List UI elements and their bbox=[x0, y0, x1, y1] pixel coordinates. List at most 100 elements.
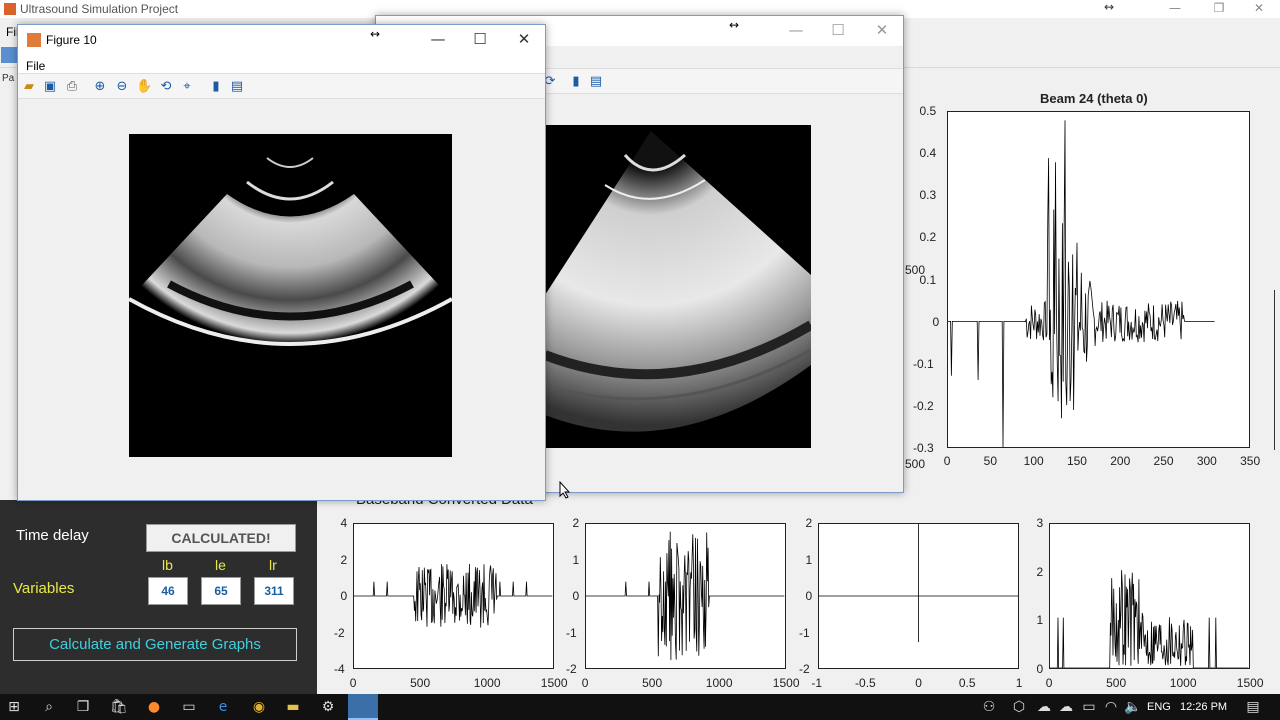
baseband-waveform bbox=[586, 531, 785, 661]
variable-lr-field[interactable]: 311 bbox=[254, 577, 294, 605]
language-indicator[interactable]: ENG bbox=[1147, 701, 1171, 713]
main-minimize-button[interactable]: — bbox=[1152, 0, 1198, 18]
colorbar-icon[interactable]: ▮ bbox=[208, 79, 224, 95]
beam-signal-line bbox=[948, 120, 1215, 447]
partial-axis-top-label: 500 bbox=[905, 263, 926, 277]
zoom-out-icon[interactable]: ⊖ bbox=[114, 79, 130, 95]
baseband-x-tick-label: 0 bbox=[349, 676, 357, 690]
figure-10-maximize-button[interactable]: ☐ bbox=[458, 25, 502, 55]
beam-x-tick-label: 250 bbox=[1153, 454, 1174, 468]
beam-x-tick-label: 350 bbox=[1240, 454, 1261, 468]
baseband-x-tick-label: -0.5 bbox=[855, 676, 876, 690]
variable-lb-field[interactable]: 46 bbox=[148, 577, 188, 605]
start-windows-icon[interactable]: ⊞ bbox=[5, 698, 23, 716]
figure-10-minimize-button[interactable]: — bbox=[416, 25, 460, 55]
baseband-signal bbox=[354, 563, 553, 628]
pan-hand-icon[interactable]: ✋ bbox=[136, 79, 152, 95]
figure-10-menu-file[interactable]: File bbox=[26, 59, 45, 73]
baseband-x-tick-label: 1000 bbox=[1169, 676, 1197, 690]
baseband-x-tick-label: 1500 bbox=[1236, 676, 1264, 690]
open-folder-icon[interactable]: ▰ bbox=[21, 79, 37, 95]
firefox-icon[interactable]: ● bbox=[145, 698, 163, 716]
beam-y-tick-label: 0.2 bbox=[919, 230, 937, 245]
rotate-3d-icon[interactable]: ⟲ bbox=[158, 79, 174, 95]
baseband-signal bbox=[819, 524, 1018, 643]
save-icon[interactable]: ▣ bbox=[42, 79, 58, 95]
beam-plot-axes bbox=[947, 111, 1250, 448]
beam-x-tick-label: 300 bbox=[1196, 454, 1217, 468]
print-icon[interactable]: ⎙ bbox=[64, 79, 80, 95]
zoom-in-icon[interactable]: ⊕ bbox=[92, 79, 108, 95]
baseband-x-tick-label: 1000 bbox=[473, 676, 501, 690]
beam-y-tick-label: -0.2 bbox=[913, 398, 934, 413]
battery-icon[interactable]: ▭ bbox=[1080, 698, 1098, 716]
main-window-title: Ultrasound Simulation Project bbox=[20, 2, 179, 16]
beam-y-tick-label: -0.1 bbox=[913, 356, 934, 371]
beam-x-tick-label: 50 bbox=[983, 454, 998, 468]
data-cursor-icon[interactable]: ⌖ bbox=[179, 79, 195, 95]
baseband-x-tick-label: 0 bbox=[915, 676, 922, 690]
beam-waveform bbox=[948, 120, 1215, 447]
baseband-signal bbox=[586, 531, 785, 661]
baseband-plot-axes bbox=[1049, 523, 1250, 669]
baseband-y-tick-label: 2 bbox=[340, 552, 348, 567]
partial-axis-bottom-label: 500 bbox=[905, 457, 926, 471]
task-view-icon[interactable]: ❐ bbox=[74, 698, 92, 716]
calculate-generate-button[interactable]: Calculate and Generate Graphs bbox=[13, 628, 297, 661]
variables-label: Variables bbox=[13, 580, 75, 597]
baseband-x-tick-label: -1 bbox=[811, 676, 823, 690]
variable-le-field[interactable]: 65 bbox=[201, 577, 241, 605]
store-icon[interactable]: 🛍 bbox=[110, 698, 128, 716]
beam-y-tick-label: 0 bbox=[932, 314, 940, 329]
figure-back-maximize-button[interactable]: ☐ bbox=[816, 16, 860, 46]
baseband-y-tick-label: 1 bbox=[1036, 613, 1044, 628]
mouse-cursor-icon bbox=[559, 480, 571, 504]
baseband-y-tick-label: 3 bbox=[1036, 516, 1044, 530]
baseband-x-tick-label: 500 bbox=[1106, 676, 1127, 690]
baseband-y-tick-label: -2 bbox=[799, 662, 810, 676]
file-explorer-icon[interactable]: ▬ bbox=[284, 698, 302, 716]
beam-y-tick-label: 0.3 bbox=[919, 188, 937, 203]
main-close-button[interactable]: ✕ bbox=[1236, 0, 1280, 18]
figure-10-titlebar: Figure 10 ↔ — ☐ ✕ bbox=[18, 25, 545, 55]
notifications-icon[interactable]: ▤ bbox=[1244, 698, 1262, 716]
figure-back-minimize-button[interactable]: — bbox=[774, 16, 818, 46]
baseband-y-tick-label: 0 bbox=[1036, 662, 1044, 676]
ultrasound-image-back bbox=[545, 125, 811, 448]
figure-back-close-button[interactable]: ✕ bbox=[860, 16, 904, 46]
colorbar-icon[interactable]: ▮ bbox=[568, 74, 584, 90]
baseband-y-tick-label: 2 bbox=[805, 516, 813, 530]
chrome-icon[interactable]: ◉ bbox=[250, 698, 268, 716]
matlab-app-icon bbox=[4, 3, 16, 15]
matlab-taskbar-icon[interactable] bbox=[348, 694, 378, 720]
clock-time[interactable]: 12:26 PM bbox=[1180, 701, 1227, 713]
people-icon[interactable]: ⚇ bbox=[980, 698, 998, 716]
settings-gear-icon[interactable]: ⚙ bbox=[319, 698, 337, 716]
control-panel: Time delay CALCULATED! lb le lr Variable… bbox=[0, 500, 317, 694]
dropbox-icon[interactable]: ⬡ bbox=[1010, 698, 1028, 716]
beam-x-tick-label: 200 bbox=[1110, 454, 1131, 468]
beam-x-tick-label: 100 bbox=[1023, 454, 1044, 468]
figure-10-resize-icon: ↔ bbox=[370, 27, 381, 41]
baseband-x-tick-label: 0.5 bbox=[958, 676, 976, 690]
baseband-x-tick-label: 1 bbox=[1015, 676, 1023, 690]
photos-icon[interactable]: ▭ bbox=[180, 698, 198, 716]
baseband-plot-axes bbox=[585, 523, 786, 669]
legend-icon[interactable]: ▤ bbox=[588, 74, 604, 90]
baseband-waveform bbox=[354, 563, 553, 628]
baseband-plot-axes bbox=[353, 523, 554, 669]
figure-10-close-button[interactable]: ✕ bbox=[502, 25, 546, 55]
beam-y-tick-label: -0.3 bbox=[913, 441, 934, 455]
wifi-icon[interactable]: ◠ bbox=[1102, 698, 1120, 716]
baseband-y-tick-label: 2 bbox=[1036, 564, 1044, 579]
baseband-y-tick-label: 0 bbox=[572, 589, 580, 603]
edge-icon[interactable]: e bbox=[214, 698, 232, 716]
onedrive-icon[interactable]: ☁ bbox=[1057, 698, 1075, 716]
volume-icon[interactable]: 🔈 bbox=[1124, 698, 1142, 716]
beam-y-tick-label: 0.5 bbox=[919, 104, 937, 118]
figure-back-resize-icon: ↔ bbox=[729, 18, 740, 32]
network-icon[interactable]: ☁ bbox=[1035, 698, 1053, 716]
legend-icon[interactable]: ▤ bbox=[229, 79, 245, 95]
baseband-y-tick-label: 4 bbox=[340, 516, 348, 530]
search-icon[interactable]: ⌕ bbox=[40, 698, 58, 716]
